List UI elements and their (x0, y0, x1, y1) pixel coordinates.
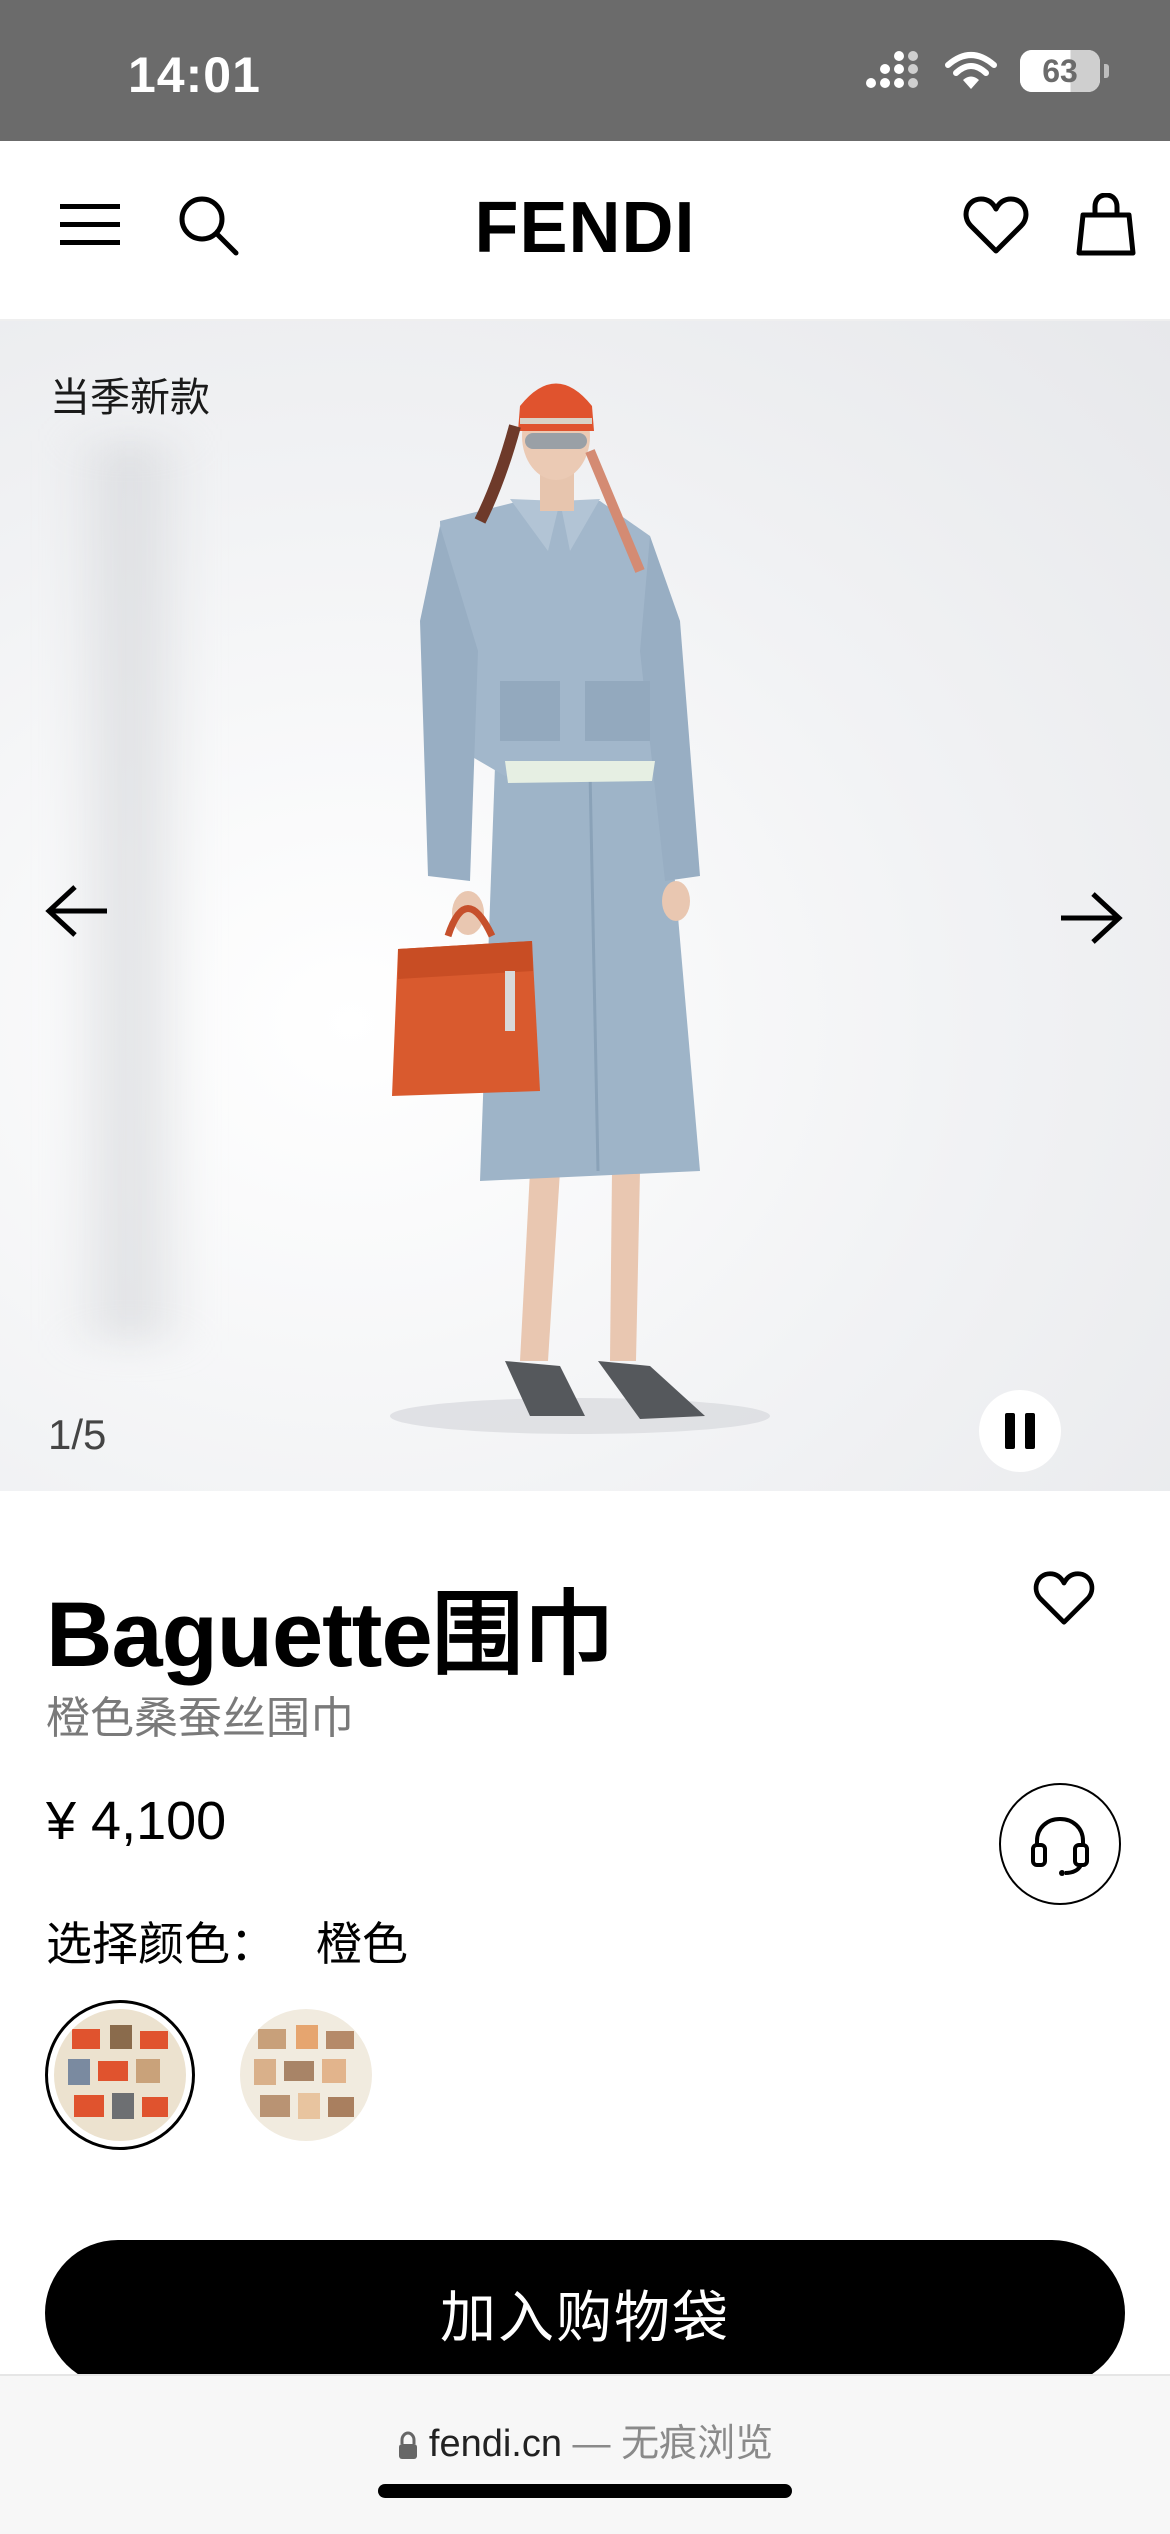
add-to-wishlist-button[interactable] (1026, 1560, 1102, 1636)
status-time: 14:01 (128, 47, 261, 103)
battery-icon: 63 (1020, 50, 1109, 92)
private-mode-label: — 无痕浏览 (572, 2423, 774, 2465)
shopping-bag-icon (1076, 193, 1136, 256)
color-swatch-orange[interactable] (45, 2000, 195, 2150)
wifi-icon (945, 52, 997, 89)
status-bar: 14:01 63 (0, 0, 1170, 141)
battery-level: 63 (1042, 52, 1078, 89)
color-selector-label: 选择颜色： 橙色 (46, 1908, 408, 1974)
lock-icon (398, 2431, 417, 2459)
home-indicator[interactable] (378, 2484, 792, 2498)
url-display[interactable]: fendi.cn — 无痕浏览 (0, 2412, 1170, 2467)
carousel-counter: 1/5 (48, 1411, 107, 1458)
headset-icon (1031, 1816, 1089, 1876)
add-to-bag-button[interactable]: 加入购物袋 (45, 2240, 1125, 2386)
wishlist-button[interactable] (958, 187, 1034, 263)
heart-icon (963, 196, 1029, 254)
heart-icon (1033, 1571, 1095, 1625)
color-label: 选择颜色： (46, 1918, 276, 1970)
product-subtitle: 橙色桑蚕丝围巾 (46, 1694, 354, 1743)
arrow-left-icon (45, 885, 107, 937)
cellular-signal-icon (866, 51, 918, 88)
site-header: FENDI (0, 141, 1170, 321)
scarf-thumbnail-beige (240, 2009, 372, 2141)
model-photo (390, 383, 770, 1434)
carousel-pause-button[interactable] (979, 1390, 1061, 1472)
scarf-thumbnail-orange (54, 2009, 186, 2141)
pause-icon (1005, 1413, 1015, 1449)
status-icons: 63 (864, 50, 1109, 92)
customer-service-button[interactable] (999, 1783, 1121, 1905)
url-text: fendi.cn (428, 2423, 562, 2465)
product-image-carousel[interactable]: 当季新款 1/5 (0, 321, 1170, 1491)
product-price: ¥ 4,100 (46, 1791, 227, 1851)
product-title: Baguette围巾 (46, 1584, 615, 1686)
shopping-bag-button[interactable] (1068, 187, 1144, 263)
selected-color: 橙色 (316, 1918, 408, 1970)
carousel-next-button[interactable] (1056, 883, 1126, 953)
arrow-right-icon (1061, 892, 1123, 944)
carousel-prev-button[interactable] (42, 876, 112, 946)
color-swatch-beige[interactable] (231, 2000, 381, 2150)
hero-season-tag: 当季新款 (50, 376, 210, 420)
browser-address-bar[interactable]: fendi.cn — 无痕浏览 (0, 2374, 1170, 2534)
